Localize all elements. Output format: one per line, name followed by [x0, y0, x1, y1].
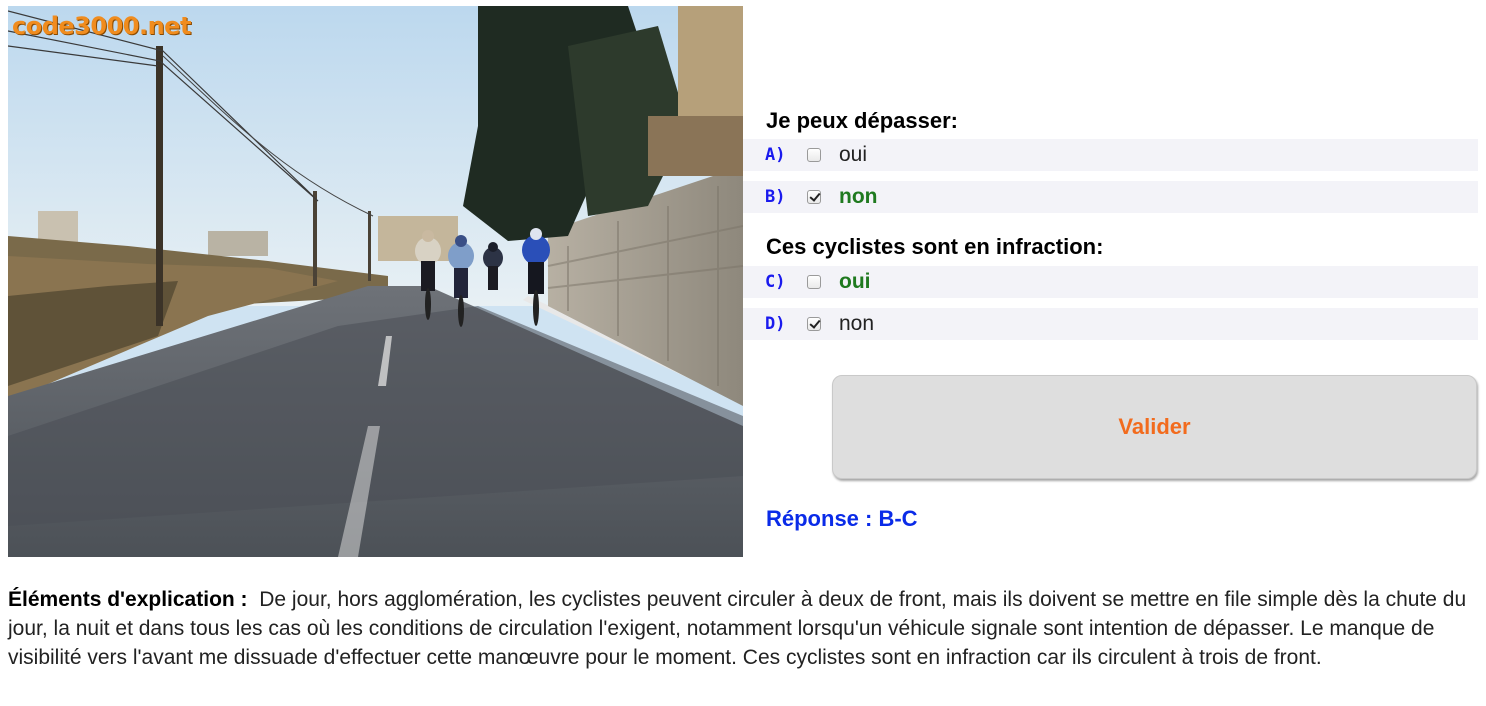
option-c-checkbox[interactable]	[807, 275, 821, 289]
option-b[interactable]: B) non	[743, 181, 1478, 213]
option-b-checkbox[interactable]	[807, 190, 821, 204]
option-a[interactable]: A) oui	[743, 139, 1478, 171]
option-d-label: non	[839, 312, 875, 335]
option-b-label: non	[839, 185, 878, 208]
road-cyclists-photo	[8, 6, 743, 557]
option-d-letter: D)	[765, 314, 786, 334]
option-a-checkbox[interactable]	[807, 148, 821, 162]
option-b-letter: B)	[765, 187, 786, 207]
question-photo: code3000.net	[8, 6, 743, 557]
option-c-label: oui	[839, 270, 871, 293]
site-watermark: code3000.net	[12, 12, 191, 40]
option-a-letter: A)	[765, 145, 786, 165]
question-1-heading: Je peux dépasser:	[766, 108, 958, 133]
option-c-letter: C)	[765, 272, 786, 292]
option-a-label: oui	[839, 143, 868, 166]
option-c[interactable]: C) oui	[743, 266, 1478, 298]
explanation-label: Éléments d'explication :	[8, 588, 248, 611]
option-d[interactable]: D) non	[743, 308, 1478, 340]
validate-button[interactable]: Valider	[832, 375, 1477, 479]
answer-text: Réponse : B-C	[766, 506, 918, 531]
question-2-heading: Ces cyclistes sont en infraction:	[766, 234, 1104, 259]
explanation-block: Éléments d'explication : De jour, hors a…	[8, 585, 1478, 672]
option-d-checkbox[interactable]	[807, 317, 821, 331]
